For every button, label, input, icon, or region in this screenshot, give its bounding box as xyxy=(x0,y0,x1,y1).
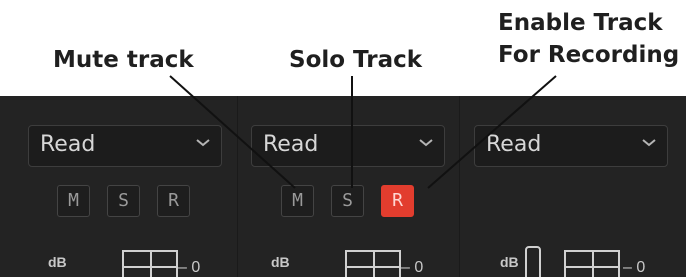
db-label: dB xyxy=(48,254,67,270)
track-channel-1: Read M S R dB – 0 xyxy=(0,96,236,277)
callout-enable-recording: Enable Track For Recording xyxy=(498,7,680,71)
record-arm-button[interactable]: R xyxy=(157,185,190,217)
chevron-down-icon xyxy=(642,139,656,147)
chevron-down-icon xyxy=(419,139,433,147)
automation-mode-value: Read xyxy=(263,132,319,157)
automation-mode-dropdown[interactable]: Read xyxy=(474,125,668,167)
solo-button[interactable]: S xyxy=(331,185,364,217)
track-channel-2: Read M S R dB – 0 xyxy=(237,96,457,277)
mute-button[interactable]: M xyxy=(281,185,314,217)
automation-mode-dropdown[interactable]: Read xyxy=(28,125,222,167)
callout-mute-track: Mute track xyxy=(53,47,194,73)
zero-db-value: 0 xyxy=(414,259,424,276)
track-channel-3: Read dB – 0 xyxy=(459,96,686,277)
callout-enable-recording-line1: Enable Track xyxy=(498,10,663,36)
level-meter xyxy=(564,250,620,277)
db-label: dB xyxy=(271,254,290,270)
track-mixer-panel: Read M S R dB – 0 Read M S R dB – 0 Read xyxy=(0,96,686,277)
automation-mode-dropdown[interactable]: Read xyxy=(251,125,445,167)
callout-enable-recording-line2: For Recording xyxy=(498,42,680,68)
zero-db-tick: – 0 xyxy=(623,259,646,276)
chevron-down-icon xyxy=(196,139,210,147)
pan-knob[interactable] xyxy=(525,246,541,277)
callout-solo-track: Solo Track xyxy=(289,47,423,73)
level-meter xyxy=(122,250,178,277)
automation-mode-value: Read xyxy=(40,132,96,157)
zero-db-value: 0 xyxy=(191,259,201,276)
automation-mode-value: Read xyxy=(486,132,542,157)
zero-db-tick: – 0 xyxy=(178,259,201,276)
zero-db-value: 0 xyxy=(636,259,646,276)
level-meter xyxy=(345,250,401,277)
solo-button[interactable]: S xyxy=(107,185,140,217)
zero-db-tick: – 0 xyxy=(401,259,424,276)
record-arm-button-active[interactable]: R xyxy=(381,185,414,217)
db-label: dB xyxy=(500,254,519,270)
mute-button[interactable]: M xyxy=(57,185,90,217)
